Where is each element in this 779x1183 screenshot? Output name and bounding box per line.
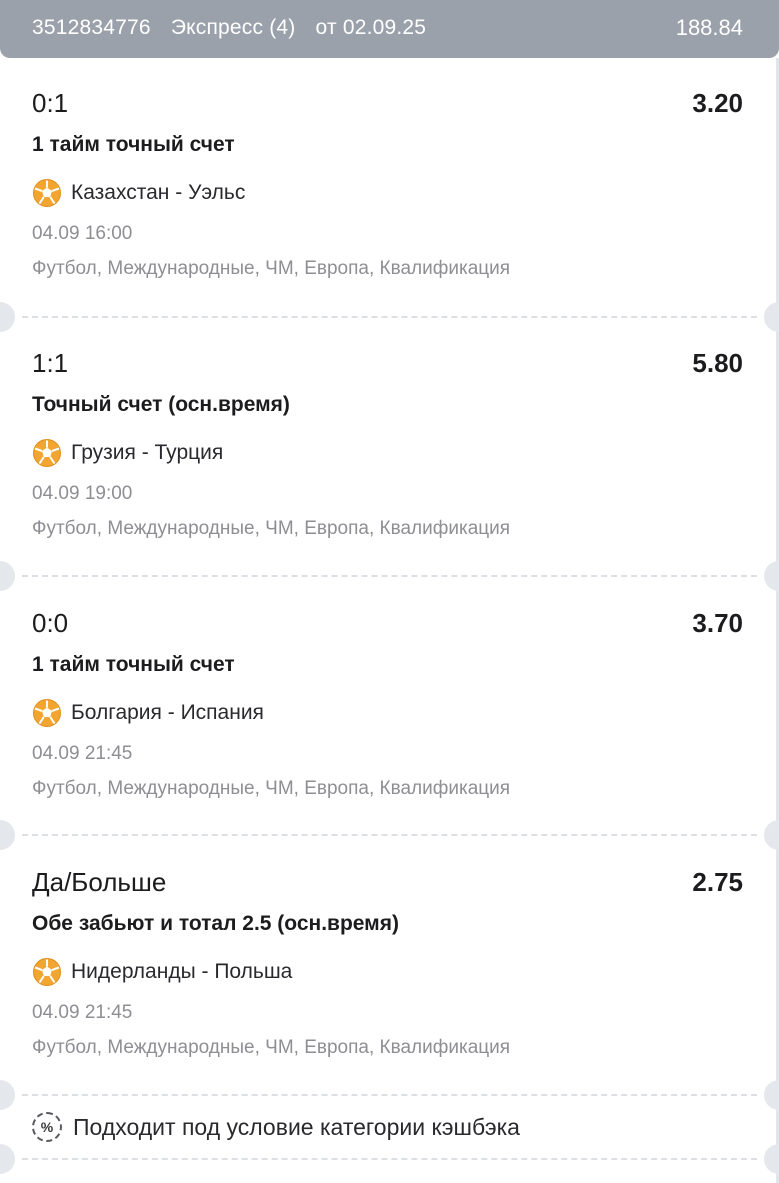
bet-ticket: 3512834776 Экспресс (4) от 02.09.25 188.… xyxy=(0,0,779,1183)
bet-time: 04.09 19:00 xyxy=(32,483,133,504)
bet-odds: 3.70 xyxy=(692,608,743,638)
bet-time: 04.09 16:00 xyxy=(32,223,133,244)
bet-item[interactable]: 1:1 5.80 Точный счет (осн.время) Грузия … xyxy=(0,318,779,577)
bet-outcome: 1:1 xyxy=(32,348,69,378)
soccer-ball-icon xyxy=(33,179,61,207)
dashed-line xyxy=(22,834,757,836)
bet-time: 04.09 21:45 xyxy=(32,1002,133,1023)
bet-league: Футбол, Международные, ЧМ, Европа, Квали… xyxy=(32,518,511,539)
bet-outcome: 0:1 xyxy=(32,88,69,118)
bet-item[interactable]: 0:0 3.70 1 тайм точный счет Болгария - И… xyxy=(0,578,779,837)
bet-league: Футбол, Международные, ЧМ, Европа, Квали… xyxy=(32,1037,511,1058)
bet-teams: Грузия - Турция xyxy=(71,441,224,464)
bet-outcome: Да/Больше xyxy=(32,867,167,897)
bet-league: Футбол, Международные, ЧМ, Европа, Квали… xyxy=(32,778,511,799)
bet-match: Нидерланды - Польша xyxy=(32,957,292,987)
soccer-ball-icon xyxy=(33,699,61,727)
bet-market: 1 тайм точный счет xyxy=(32,133,235,156)
ticket-header[interactable]: 3512834776 Экспресс (4) от 02.09.25 188.… xyxy=(0,0,779,58)
dashed-line xyxy=(22,1158,757,1160)
bet-market: Точный счет (осн.время) xyxy=(32,393,290,416)
bet-market: 1 тайм точный счет xyxy=(32,653,235,676)
bet-teams: Казахстан - Уэльс xyxy=(71,181,246,204)
ticket-notch xyxy=(764,1080,779,1110)
ticket-header-info: 3512834776 Экспресс (4) от 02.09.25 xyxy=(32,16,440,40)
soccer-ball-icon xyxy=(33,958,61,986)
total-odds: 188.84 xyxy=(675,15,743,40)
bet-id: 3512834776 xyxy=(32,16,151,39)
bet-teams: Нидерланды - Польша xyxy=(71,960,293,983)
percent-icon: % xyxy=(32,1112,62,1142)
bet-league: Футбол, Международные, ЧМ, Европа, Квали… xyxy=(32,258,511,279)
bet-outcome: 0:0 xyxy=(32,608,69,638)
bet-odds: 3.20 xyxy=(692,88,743,118)
bet-market: Обе забьют и тотал 2.5 (осн.время) xyxy=(32,912,399,935)
bet-divider xyxy=(0,1144,779,1174)
bet-time: 04.09 21:45 xyxy=(32,743,133,764)
soccer-ball-icon xyxy=(33,439,61,467)
bet-match: Грузия - Турция xyxy=(32,438,223,468)
dashed-line xyxy=(22,1094,757,1096)
bet-date: от 02.09.25 xyxy=(315,16,427,39)
bet-item[interactable]: Да/Больше 2.75 Обе забьют и тотал 2.5 (о… xyxy=(0,837,779,1096)
bet-teams: Болгария - Испания xyxy=(71,701,264,724)
bet-odds: 5.80 xyxy=(692,348,743,378)
bet-odds: 2.75 xyxy=(692,867,743,897)
bet-type: Экспресс (4) xyxy=(170,16,296,39)
bet-item[interactable]: 0:1 3.20 1 тайм точный счет Казахстан - … xyxy=(0,58,779,317)
dashed-line xyxy=(22,575,757,577)
bet-divider xyxy=(0,1080,779,1110)
cashback-text: Подходит под условие категории кэшбэка xyxy=(73,1113,520,1140)
bet-match: Болгария - Испания xyxy=(32,698,264,728)
ticket-notch xyxy=(0,1080,15,1110)
ticket-notch xyxy=(764,1144,779,1174)
cashback-notice: % Подходит под условие категории кэшбэка xyxy=(32,1110,520,1144)
ticket-notch xyxy=(0,1144,15,1174)
bet-match: Казахстан - Уэльс xyxy=(32,178,245,208)
